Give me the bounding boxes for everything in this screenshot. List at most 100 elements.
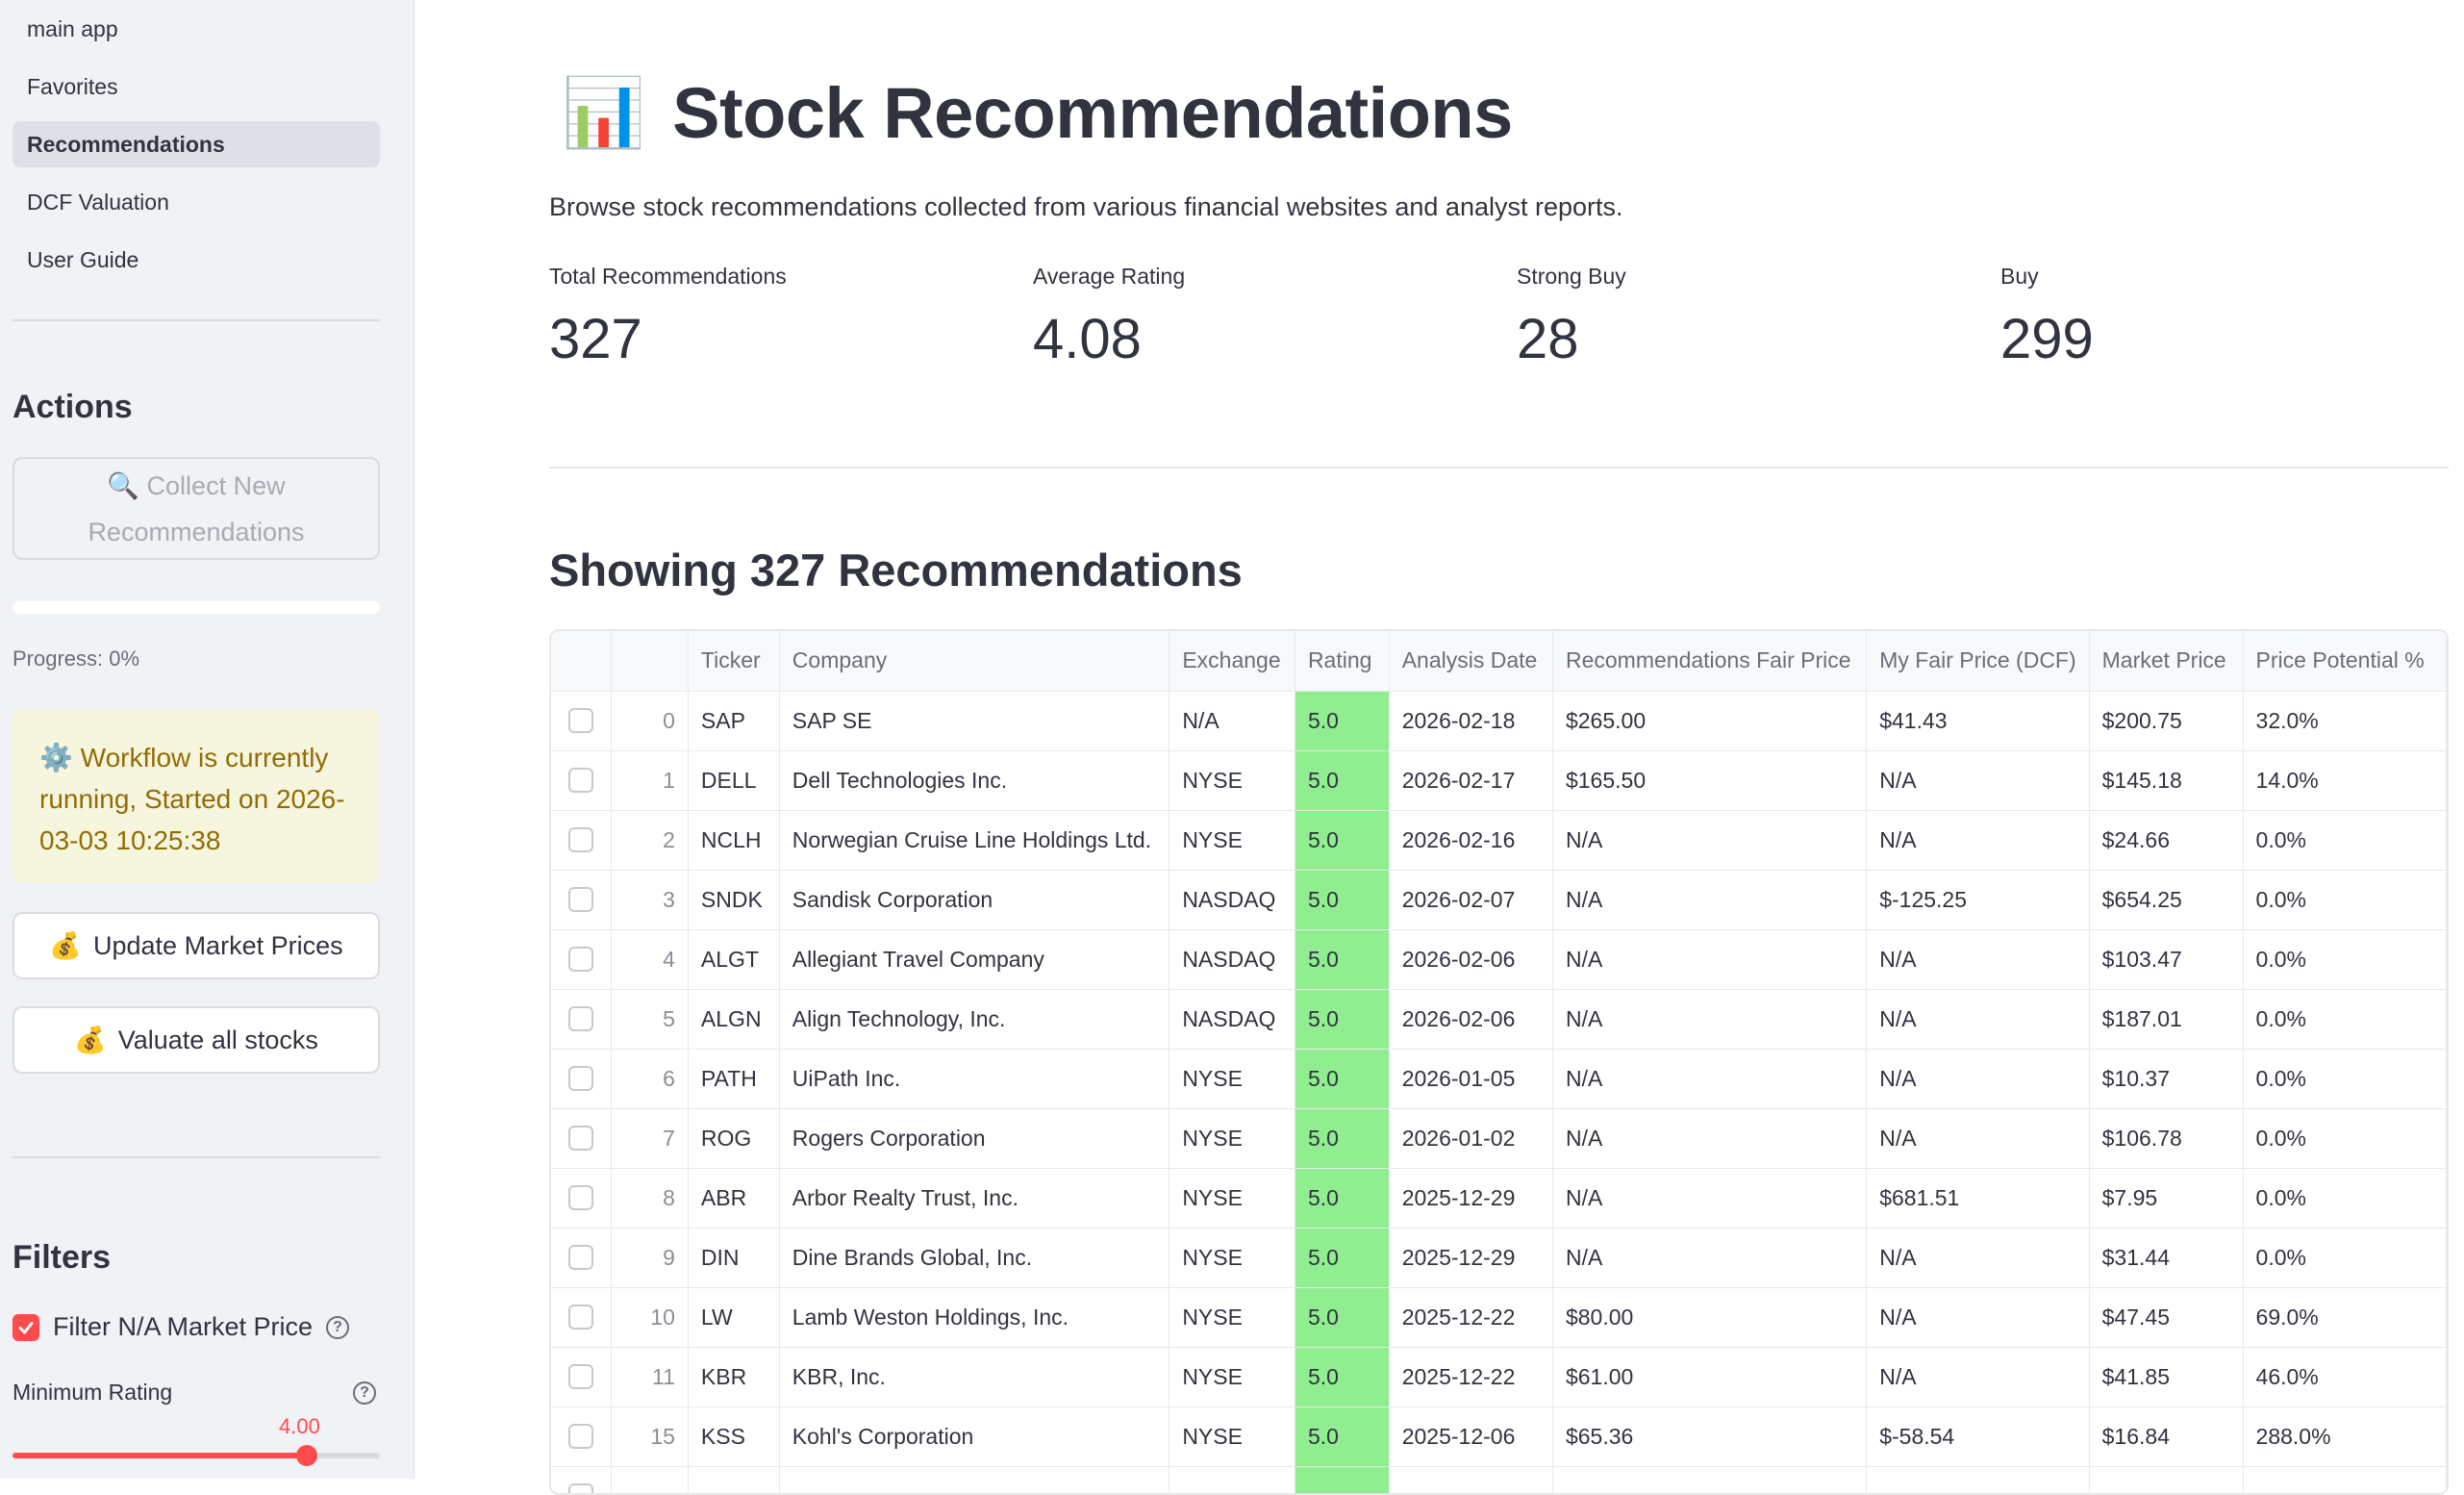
nav-recommendations[interactable]: Recommendations — [13, 121, 380, 167]
cell-ticker: PATH — [688, 1049, 780, 1109]
row-checkbox[interactable] — [567, 827, 593, 852]
table-row[interactable]: 1 DELL Dell Technologies Inc. NYSE 5.0 2… — [551, 750, 2447, 811]
row-select-cell[interactable] — [551, 1168, 612, 1229]
row-checkbox[interactable] — [567, 768, 593, 793]
row-checkbox[interactable] — [567, 1305, 593, 1330]
cell-market-price — [2089, 1466, 2244, 1493]
column-header-market-price[interactable]: Market Price — [2089, 631, 2244, 692]
table-row[interactable] — [551, 1466, 2447, 1493]
table-row[interactable]: 2 NCLH Norwegian Cruise Line Holdings Lt… — [551, 810, 2447, 871]
row-checkbox[interactable] — [567, 1126, 593, 1151]
row-index: 7 — [611, 1108, 689, 1169]
cell-price-potential: 0.0% — [2243, 1228, 2447, 1288]
cell-analysis-date: 2026-02-06 — [1389, 989, 1553, 1050]
row-select-cell[interactable] — [551, 989, 612, 1050]
valuate-all-stocks-button[interactable]: 💰 Valuate all stocks — [13, 1006, 380, 1074]
row-select-cell[interactable] — [551, 750, 612, 811]
row-select-cell[interactable] — [551, 810, 612, 871]
cell-recommendations-fair-price: N/A — [1552, 1108, 1868, 1169]
search-icon: 🔍 — [107, 470, 140, 500]
nav-favorites[interactable]: Favorites — [13, 63, 380, 110]
table-row[interactable]: 9 DIN Dine Brands Global, Inc. NYSE 5.0 … — [551, 1228, 2447, 1288]
cell-analysis-date: 2025-12-06 — [1389, 1406, 1553, 1467]
row-checkbox[interactable] — [567, 708, 593, 733]
help-icon[interactable]: ? — [353, 1381, 376, 1405]
row-checkbox[interactable] — [567, 1424, 593, 1449]
metric-total-recommendations: Total Recommendations 327 — [549, 264, 1011, 371]
table-row[interactable]: 5 ALGN Align Technology, Inc. NASDAQ 5.0… — [551, 989, 2447, 1050]
cell-rating: 5.0 — [1295, 810, 1390, 871]
table-row[interactable]: 15 KSS Kohl's Corporation NYSE 5.0 2025-… — [551, 1406, 2447, 1467]
table-row[interactable]: 7 ROG Rogers Corporation NYSE 5.0 2026-0… — [551, 1108, 2447, 1169]
slider-thumb[interactable] — [295, 1445, 317, 1466]
table-row[interactable]: 0 SAP SAP SE N/A 5.0 2026-02-18 $265.00 … — [551, 691, 2447, 751]
column-header-my-fair-price-dcf[interactable]: My Fair Price (DCF) — [1866, 631, 2090, 692]
row-checkbox[interactable] — [567, 887, 593, 912]
column-header-price-potential[interactable]: Price Potential % — [2243, 631, 2447, 692]
cell-rating: 5.0 — [1295, 1049, 1390, 1109]
row-select-cell[interactable] — [551, 1347, 612, 1407]
collect-recommendations-button[interactable]: 🔍 Collect New Recommendations — [13, 457, 380, 560]
cell-analysis-date: 2025-12-22 — [1389, 1287, 1553, 1348]
column-header-company[interactable]: Company — [779, 631, 1170, 692]
cell-analysis-date: 2025-12-29 — [1389, 1168, 1553, 1229]
row-checkbox[interactable] — [567, 1006, 593, 1031]
sidebar-divider — [13, 319, 380, 321]
update-market-prices-button[interactable]: 💰 Update Market Prices — [13, 912, 380, 979]
cell-ticker: SAP — [688, 691, 780, 751]
slider-fill — [13, 1453, 307, 1458]
table-row[interactable]: 3 SNDK Sandisk Corporation NASDAQ 5.0 20… — [551, 870, 2447, 930]
row-select-cell[interactable] — [551, 1108, 612, 1169]
filters-heading: Filters — [13, 1239, 112, 1276]
main-content: 📊 Stock Recommendations Browse stock rec… — [549, 0, 2449, 1495]
row-checkbox[interactable] — [567, 1066, 593, 1091]
cell-ticker: KSS — [688, 1406, 780, 1467]
row-select-cell[interactable] — [551, 1406, 612, 1467]
cell-my-fair-price-dcf: $41.43 — [1866, 691, 2090, 751]
table-row[interactable]: 11 KBR KBR, Inc. NYSE 5.0 2025-12-22 $61… — [551, 1347, 2447, 1407]
cell-my-fair-price-dcf: N/A — [1866, 1287, 2090, 1348]
minimum-rating-slider[interactable] — [13, 1445, 380, 1466]
table-row[interactable]: 4 ALGT Allegiant Travel Company NASDAQ 5… — [551, 929, 2447, 990]
row-select-cell[interactable] — [551, 691, 612, 751]
filter-na-checkbox[interactable] — [13, 1313, 39, 1341]
cell-my-fair-price-dcf: $-125.25 — [1866, 870, 2090, 930]
row-checkbox[interactable] — [567, 1364, 593, 1389]
table-row[interactable]: 10 LW Lamb Weston Holdings, Inc. NYSE 5.… — [551, 1287, 2447, 1348]
column-header-analysis-date[interactable]: Analysis Date — [1389, 631, 1553, 692]
row-checkbox[interactable] — [567, 1185, 593, 1210]
row-checkbox[interactable] — [567, 1245, 593, 1270]
column-header-exchange[interactable]: Exchange — [1169, 631, 1295, 692]
row-select-cell[interactable] — [551, 1228, 612, 1288]
cell-price-potential: 0.0% — [2243, 1049, 2447, 1109]
row-select-cell[interactable] — [551, 929, 612, 990]
row-select-cell[interactable] — [551, 1287, 612, 1348]
cell-rating: 5.0 — [1295, 1108, 1390, 1169]
cell-analysis-date: 2026-01-05 — [1389, 1049, 1553, 1109]
table-row[interactable]: 8 ABR Arbor Realty Trust, Inc. NYSE 5.0 … — [551, 1168, 2447, 1229]
metric-label: Strong Buy — [1517, 264, 1626, 289]
column-header-recommendations-fair-price[interactable]: Recommendations Fair Price — [1552, 631, 1868, 692]
nav-user-guide[interactable]: User Guide — [13, 237, 380, 283]
help-icon[interactable]: ? — [326, 1315, 350, 1339]
cell-rating: 5.0 — [1295, 989, 1390, 1050]
money-bag-icon: 💰 — [49, 931, 82, 960]
row-checkbox[interactable] — [567, 947, 593, 972]
row-index: 15 — [611, 1406, 689, 1467]
row-checkbox[interactable] — [567, 1483, 593, 1493]
recommendations-table[interactable]: Ticker Company Exchange Rating Analysis … — [549, 629, 2449, 1495]
filter-na-market-price[interactable]: Filter N/A Market Price ? — [13, 1312, 350, 1342]
nav-dcf-valuation[interactable]: DCF Valuation — [13, 179, 380, 225]
cell-ticker: KBR — [688, 1347, 780, 1407]
cell-analysis-date — [1389, 1466, 1553, 1493]
row-select-cell[interactable] — [551, 1466, 612, 1493]
row-select-cell[interactable] — [551, 870, 612, 930]
cell-rating: 5.0 — [1295, 929, 1390, 990]
cell-my-fair-price-dcf: $-58.54 — [1866, 1406, 2090, 1467]
nav-main-app[interactable]: main app — [13, 6, 380, 52]
column-header-ticker[interactable]: Ticker — [688, 631, 780, 692]
cell-ticker: NCLH — [688, 810, 780, 871]
column-header-rating[interactable]: Rating — [1295, 631, 1390, 692]
row-select-cell[interactable] — [551, 1049, 612, 1109]
table-row[interactable]: 6 PATH UiPath Inc. NYSE 5.0 2026-01-05 N… — [551, 1049, 2447, 1109]
